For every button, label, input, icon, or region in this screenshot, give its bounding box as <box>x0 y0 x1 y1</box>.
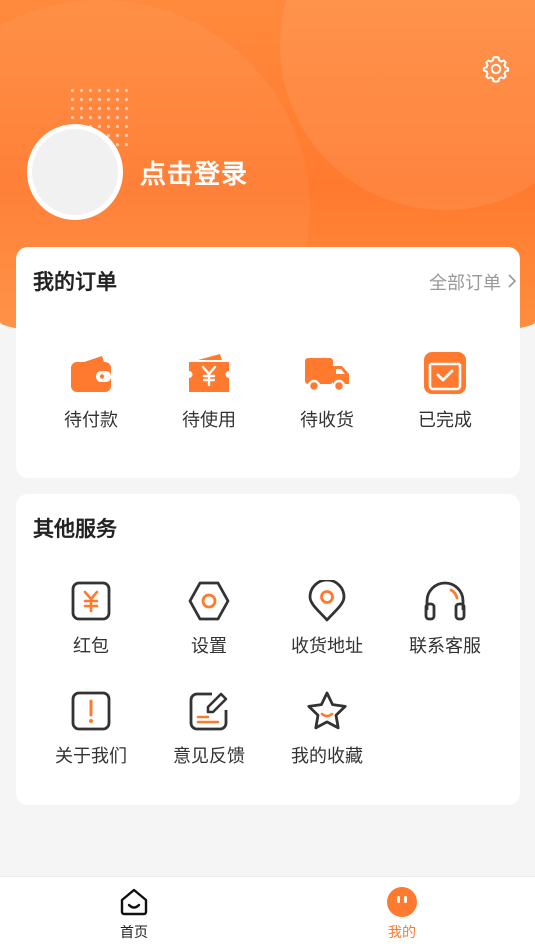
order-to-receive[interactable]: 待收货 <box>268 350 386 432</box>
tab-home[interactable]: 首页 <box>67 877 201 951</box>
service-item-label: 收货地址 <box>291 636 363 657</box>
truck-icon <box>305 358 349 393</box>
mine-icon <box>387 887 417 917</box>
wallet-icon <box>71 356 111 392</box>
order-item-label: 待使用 <box>182 410 236 431</box>
service-item-label: 联系客服 <box>409 636 481 657</box>
decor-circle <box>280 0 535 210</box>
login-link[interactable]: 点击登录 <box>140 154 248 191</box>
completed-box-icon <box>424 352 466 394</box>
service-customer-support[interactable]: 联系客服 <box>386 580 504 658</box>
headset-icon <box>424 581 466 621</box>
order-completed[interactable]: 已完成 <box>386 350 504 432</box>
service-favorites[interactable]: 我的收藏 <box>268 690 386 768</box>
service-red-packet[interactable]: 红包 <box>32 580 150 658</box>
tab-label: 我的 <box>388 925 416 941</box>
home-icon <box>120 888 148 916</box>
settings-hex-icon <box>188 581 230 621</box>
service-item-label: 设置 <box>191 636 227 657</box>
order-item-label: 待收货 <box>300 410 354 431</box>
service-settings[interactable]: 设置 <box>150 580 268 658</box>
avatar[interactable] <box>27 124 123 220</box>
service-item-label: 我的收藏 <box>291 746 363 767</box>
order-item-label: 已完成 <box>418 410 472 431</box>
tab-mine[interactable]: 我的 <box>335 877 469 951</box>
star-icon <box>307 691 347 730</box>
service-item-label: 意见反馈 <box>173 746 245 767</box>
service-feedback[interactable]: 意见反馈 <box>150 690 268 768</box>
service-about-us[interactable]: 关于我们 <box>32 690 150 768</box>
service-item-label: 关于我们 <box>55 746 127 767</box>
order-to-use[interactable]: 待使用 <box>150 350 268 432</box>
all-orders-label: 全部订单 <box>429 273 501 294</box>
feedback-icon <box>189 692 228 731</box>
tab-label: 首页 <box>120 925 148 941</box>
services-title: 其他服务 <box>33 517 117 541</box>
chevron-right-icon <box>508 274 517 288</box>
location-pin-icon <box>308 580 346 622</box>
info-icon <box>71 691 111 731</box>
service-address[interactable]: 收货地址 <box>268 580 386 658</box>
ticket-icon <box>189 354 229 392</box>
order-pending-payment[interactable]: 待付款 <box>32 350 150 432</box>
bottom-tab-bar: 首页 我的 <box>0 876 535 951</box>
red-packet-icon <box>71 581 111 621</box>
orders-title: 我的订单 <box>33 270 117 294</box>
all-orders-link[interactable]: 全部订单 <box>429 269 517 295</box>
order-item-label: 待付款 <box>64 410 118 431</box>
service-item-label: 红包 <box>73 636 109 657</box>
gear-icon[interactable] <box>481 54 511 84</box>
